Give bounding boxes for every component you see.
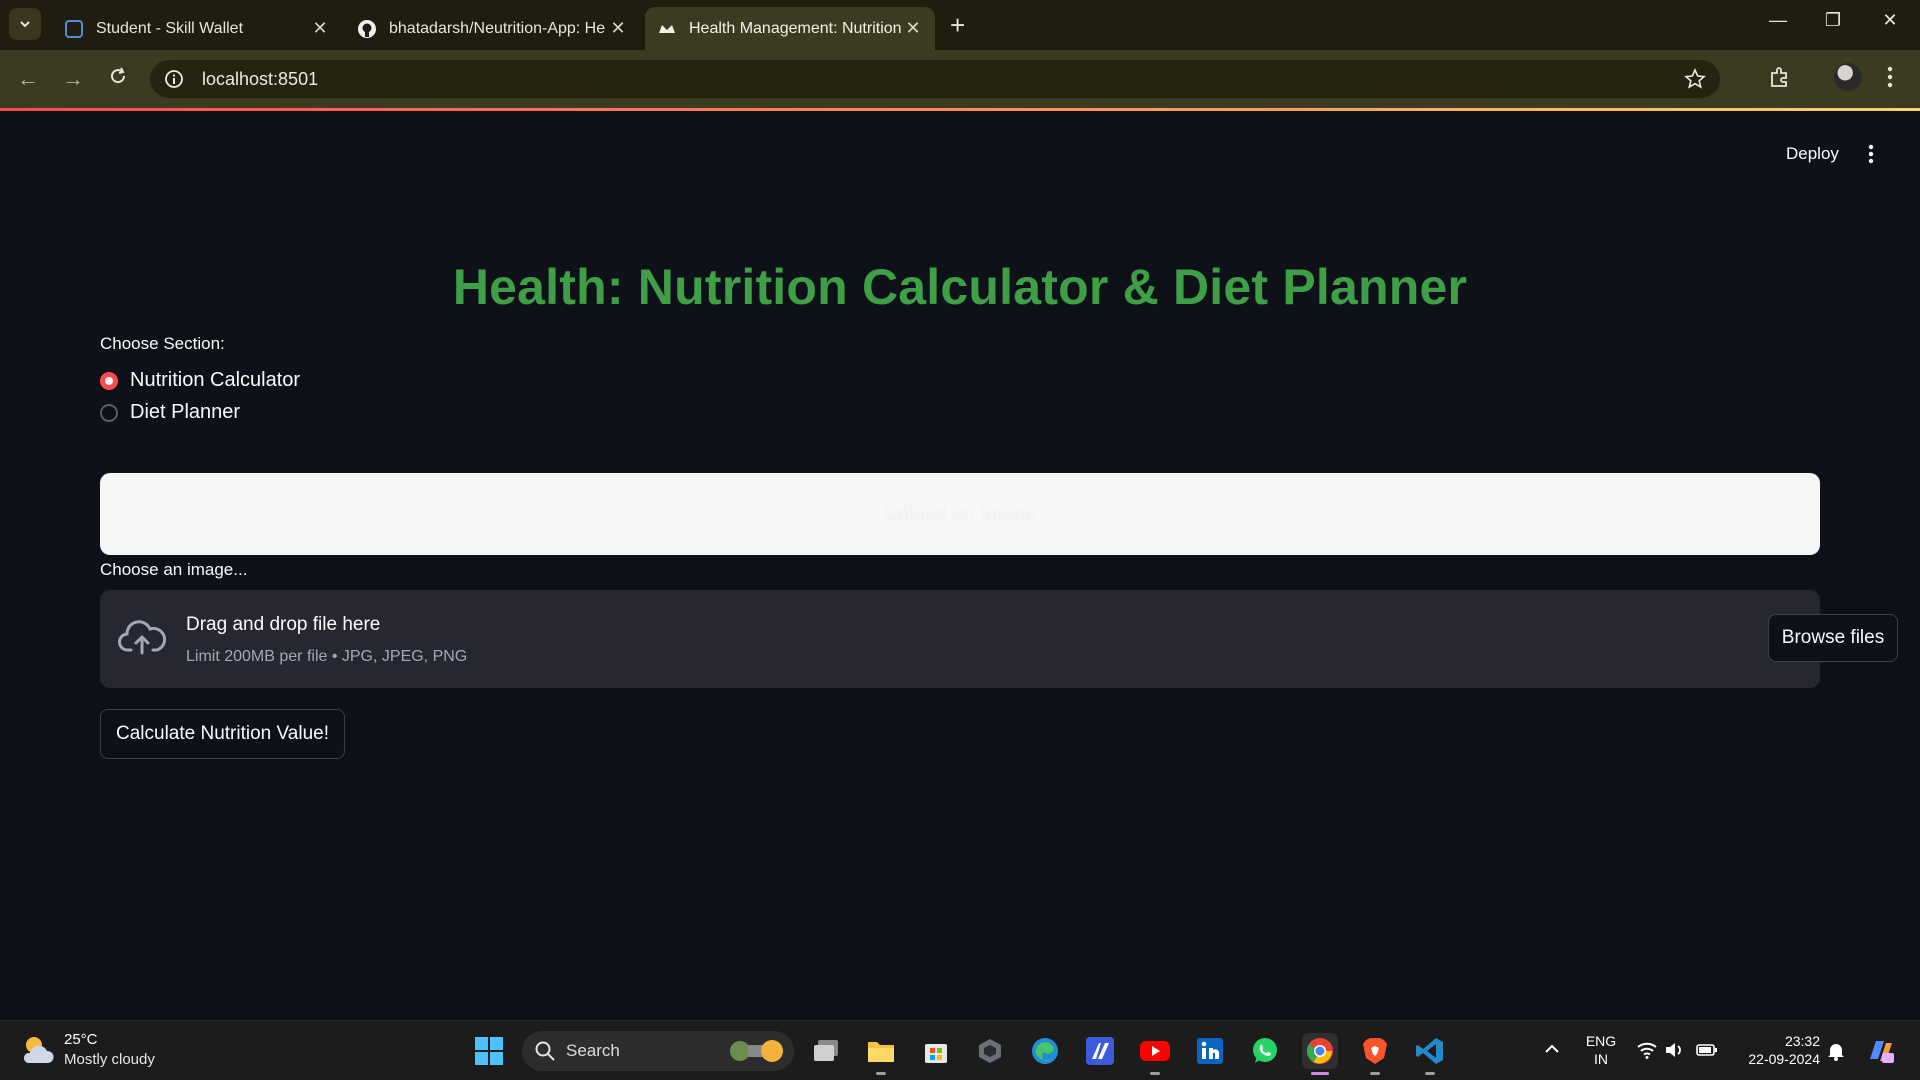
youtube-icon[interactable]	[1137, 1033, 1173, 1075]
tab-skill-wallet[interactable]: Student - Skill Wallet ✕	[52, 7, 342, 50]
chevron-down-icon	[20, 21, 30, 28]
task-view-icon[interactable]	[808, 1033, 844, 1069]
reload-button[interactable]	[103, 66, 133, 92]
windows-start-icon[interactable]	[471, 1033, 507, 1069]
tab-title: Student - Skill Wallet	[96, 19, 244, 37]
dropzone-limits: Limit 200MB per file • JPG, JPEG, PNG	[186, 648, 468, 665]
clock[interactable]: 23:32 22-09-2024	[1730, 1032, 1820, 1068]
close-icon[interactable]: ✕	[903, 18, 923, 39]
browse-files-button[interactable]: Browse files	[1768, 614, 1898, 662]
tab-github[interactable]: bhatadarsh/Neutrition-App: He ✕	[345, 7, 640, 50]
cloud-upload-icon	[118, 620, 166, 655]
url-text[interactable]: localhost:8501	[202, 69, 318, 90]
language-region: IN	[1594, 1051, 1608, 1067]
tab-title: bhatadarsh/Neutrition-App: He	[389, 19, 606, 37]
clock-date: 22-09-2024	[1748, 1051, 1820, 1067]
radio-nutrition-calculator[interactable]: Nutrition Calculator	[100, 369, 300, 392]
radio-label: Diet Planner	[130, 401, 241, 423]
edge-icon[interactable]	[1027, 1033, 1063, 1069]
settings-app-icon[interactable]	[972, 1033, 1008, 1069]
streamlit-icon	[657, 19, 677, 39]
browser-toolbar: ← → localhost:8501	[0, 50, 1920, 108]
site-info-icon[interactable]	[164, 69, 184, 89]
tab-search-button[interactable]	[9, 8, 41, 40]
weather-description[interactable]: Mostly cloudy	[64, 1051, 155, 1068]
tab-title: Health Management: Nutrition	[689, 19, 902, 37]
app-menu-icon[interactable]	[1867, 143, 1875, 165]
language-indicator[interactable]: ENG IN	[1580, 1032, 1622, 1068]
wifi-icon[interactable]	[1636, 1041, 1658, 1059]
ai-app-icon[interactable]	[1082, 1033, 1118, 1069]
chrome-icon[interactable]	[1302, 1033, 1338, 1075]
search-icon	[535, 1041, 555, 1061]
weather-temperature[interactable]: 25°C	[64, 1031, 98, 1048]
weather-cloudy-icon[interactable]	[20, 1033, 56, 1067]
windows-taskbar: 25°C Mostly cloudy Search ENG IN 23:32 2…	[0, 1020, 1920, 1080]
forward-button[interactable]: →	[58, 66, 88, 92]
clock-time: 23:32	[1784, 1033, 1820, 1049]
brave-icon[interactable]	[1357, 1033, 1393, 1075]
file-uploader-label: Choose an image...	[100, 560, 248, 579]
radio-diet-planner[interactable]: Diet Planner	[100, 401, 240, 424]
close-icon[interactable]: ✕	[608, 18, 628, 39]
tab-health-management[interactable]: Health Management: Nutrition ✕	[645, 7, 935, 50]
copilot-icon[interactable]	[1864, 1035, 1896, 1067]
close-icon[interactable]: ✕	[310, 18, 330, 39]
close-window-button[interactable]: ✕	[1870, 10, 1910, 31]
notification-bell-icon[interactable]	[1826, 1041, 1846, 1061]
reload-icon	[111, 67, 126, 84]
section-radio-label: Choose Section:	[100, 334, 225, 353]
battery-icon[interactable]	[1696, 1042, 1718, 1058]
github-icon	[357, 19, 377, 39]
calculate-nutrition-button[interactable]: Calculate Nutrition Value!	[100, 709, 345, 759]
streamlit-decoration-bar	[0, 108, 1920, 111]
file-dropzone[interactable]: Drag and drop file here Limit 200MB per …	[100, 590, 1898, 688]
browser-tabstrip: Student - Skill Wallet ✕ bhatadarsh/Neut…	[0, 0, 1920, 50]
profile-avatar[interactable]	[1834, 63, 1862, 91]
restore-button[interactable]: ❐	[1813, 10, 1853, 31]
whatsapp-icon[interactable]	[1247, 1033, 1283, 1069]
chevron-up-icon[interactable]	[1544, 1043, 1560, 1055]
new-tab-button[interactable]: +	[950, 12, 965, 38]
skillwallet-icon	[64, 19, 84, 39]
vscode-icon[interactable]	[1412, 1033, 1448, 1075]
radio-unselected-icon[interactable]	[100, 403, 118, 422]
dropzone-title: Drag and drop file here	[186, 614, 381, 635]
extensions-icon[interactable]	[1768, 65, 1792, 89]
back-button[interactable]: ←	[13, 66, 43, 92]
search-label: Search	[566, 1041, 620, 1060]
browser-menu-icon[interactable]	[1886, 64, 1894, 90]
upload-header-banner: Upload an Image	[100, 473, 1820, 555]
upload-header-text: Upload an Image	[883, 502, 1037, 525]
radio-selected-icon[interactable]	[100, 371, 118, 390]
microsoft-store-icon[interactable]	[918, 1033, 954, 1069]
taskbar-search[interactable]: Search	[522, 1031, 794, 1071]
radio-label: Nutrition Calculator	[130, 369, 301, 391]
bookmark-star-icon[interactable]	[1684, 68, 1706, 90]
minimize-button[interactable]: —	[1758, 10, 1798, 31]
linkedin-icon[interactable]	[1192, 1033, 1228, 1069]
address-bar[interactable]: localhost:8501	[150, 60, 1720, 98]
file-explorer-icon[interactable]	[863, 1033, 899, 1075]
deploy-button[interactable]: Deploy	[1786, 144, 1839, 164]
search-highlight-icon	[730, 1040, 783, 1062]
volume-icon[interactable]	[1664, 1041, 1684, 1059]
page-title: Health: Nutrition Calculator & Diet Plan…	[452, 259, 1468, 315]
language-code: ENG	[1585, 1033, 1617, 1049]
